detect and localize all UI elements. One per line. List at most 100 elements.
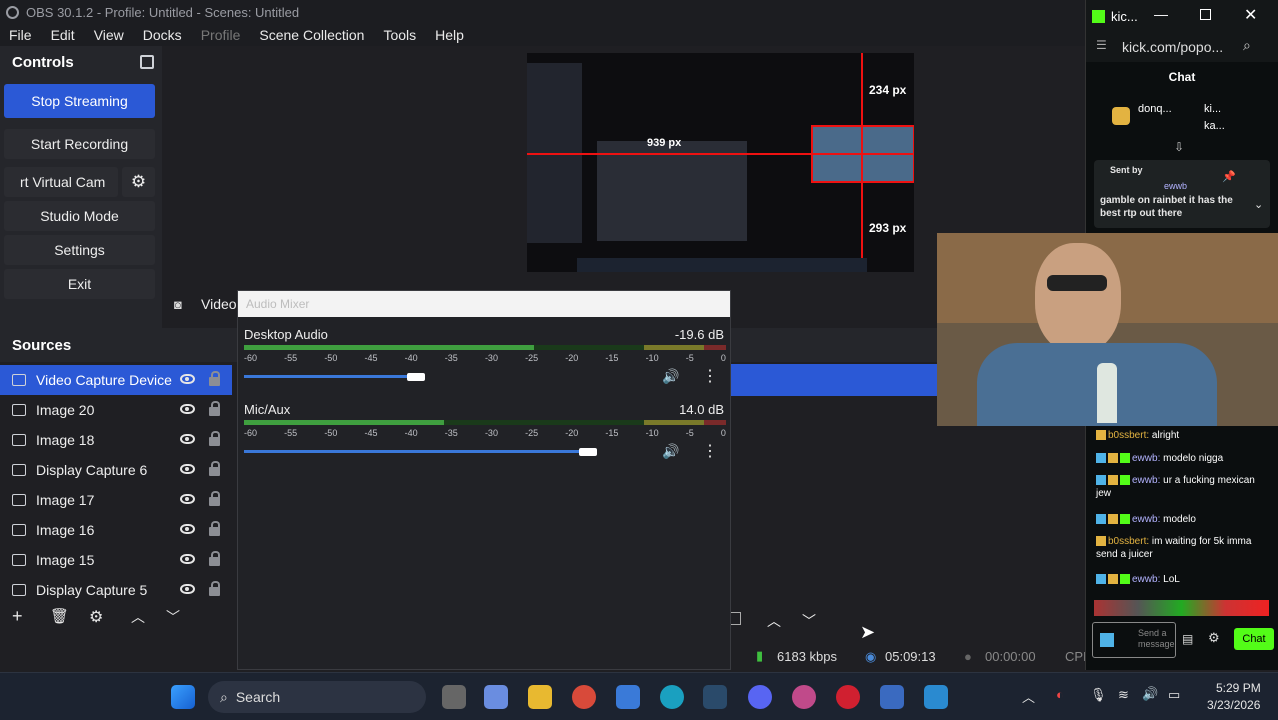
virtual-cam-button[interactable]: rt Virtual Cam (4, 167, 118, 197)
pinned-message[interactable]: Sent by ewwb gamble on rainbet it has th… (1094, 160, 1270, 228)
desktop-audio-slider-handle[interactable] (407, 373, 426, 381)
source-item[interactable]: Image 18 (0, 425, 232, 455)
menu-profile[interactable]: Profile (201, 27, 241, 43)
opera-icon[interactable] (836, 685, 860, 709)
lock-icon[interactable] (209, 491, 220, 506)
eye-icon[interactable] (180, 404, 195, 414)
webcam-person-head (1035, 243, 1121, 353)
chat-url[interactable]: kick.com/popo... (1122, 39, 1223, 55)
filter-icon[interactable] (730, 612, 741, 625)
clock-date[interactable]: 3/23/2026 (1207, 698, 1260, 712)
add-source-icon[interactable]: + (12, 606, 23, 627)
store-icon[interactable] (616, 685, 640, 709)
scene-down-icon[interactable]: ﹀ (802, 611, 816, 631)
windows-start-icon[interactable] (171, 685, 195, 709)
menu-docks[interactable]: Docks (143, 27, 182, 43)
kick-taskbar-icon[interactable] (924, 685, 948, 709)
mic-aux-slider-handle[interactable] (579, 448, 598, 456)
maximize-icon[interactable] (1200, 9, 1211, 20)
lock-icon[interactable] (209, 401, 220, 416)
scene-up-icon[interactable]: ︿ (767, 611, 781, 631)
stop-streaming-button[interactable]: Stop Streaming (4, 84, 155, 118)
wifi-icon[interactable]: ≋ (1118, 687, 1129, 703)
chat-message: ewwb: modelo (1096, 513, 1271, 526)
eye-icon[interactable] (180, 524, 195, 534)
close-icon[interactable]: ✕ (1244, 5, 1257, 25)
tray-app-icon[interactable]: ◐ (1056, 687, 1064, 702)
chat-settings-icon[interactable]: ⚙ (1208, 630, 1220, 646)
eye-icon[interactable] (180, 374, 195, 384)
speaker-icon[interactable]: 🔊 (662, 368, 679, 385)
eye-icon[interactable] (180, 494, 195, 504)
start-recording-button[interactable]: Start Recording (4, 129, 155, 159)
volume-icon[interactable]: 🔊 (1142, 686, 1158, 702)
lock-icon[interactable] (209, 461, 220, 476)
discord-icon[interactable] (748, 685, 772, 709)
minimize-icon[interactable]: — (1154, 6, 1168, 22)
source-item[interactable]: Video Capture Device (0, 365, 232, 395)
battery-icon[interactable]: ▭ (1168, 687, 1180, 703)
menu-scene-collection[interactable]: Scene Collection (259, 27, 364, 43)
expand-icon[interactable]: ⇩ (1174, 140, 1184, 154)
move-down-icon[interactable]: ﹀ (166, 607, 180, 627)
app-icon[interactable] (880, 685, 904, 709)
clock-time[interactable]: 5:29 PM (1216, 681, 1261, 695)
search-icon[interactable]: ⌕ (1243, 37, 1251, 54)
undock-icon[interactable] (140, 55, 154, 69)
selected-scene-row[interactable] (731, 364, 941, 396)
taskbar-search[interactable]: ⌕ Search (208, 681, 426, 713)
webcam-overlay (937, 233, 1278, 426)
file-explorer-icon[interactable] (528, 685, 552, 709)
source-item[interactable]: Display Capture 6 (0, 455, 232, 485)
lock-icon[interactable] (209, 521, 220, 536)
lock-icon[interactable] (209, 581, 220, 596)
chat-send-button[interactable]: Chat (1234, 628, 1274, 650)
lock-icon[interactable] (209, 431, 220, 446)
eye-icon[interactable] (180, 464, 195, 474)
source-item[interactable]: Image 20 (0, 395, 232, 425)
tray-chevron-icon[interactable]: ︿ (1022, 687, 1035, 706)
task-view-icon[interactable] (442, 685, 466, 709)
source-item[interactable]: Image 15 (0, 545, 232, 575)
menu-view[interactable]: View (94, 27, 124, 43)
speaker-icon[interactable]: 🔊 (662, 443, 679, 460)
chat-url-bar[interactable]: ☰ kick.com/popo... ⌕ (1086, 32, 1278, 62)
source-item[interactable]: Image 17 (0, 485, 232, 515)
meter-tick-label: -45 (364, 353, 378, 363)
lock-icon[interactable] (209, 551, 220, 566)
more-icon[interactable]: ⋮ (702, 441, 718, 461)
mic-aux-slider[interactable] (244, 450, 589, 453)
emote-picker-icon[interactable]: ▤ (1182, 632, 1193, 646)
more-icon[interactable]: ⋮ (702, 366, 718, 386)
eye-icon[interactable] (180, 554, 195, 564)
preview-canvas[interactable]: 939 px 234 px 293 px (527, 53, 914, 272)
pin-icon[interactable]: 📌 (1222, 170, 1236, 183)
menu-tools[interactable]: Tools (383, 27, 416, 43)
menu-file[interactable]: File (9, 27, 32, 43)
virtual-cam-gear-icon[interactable]: ⚙ (122, 167, 155, 197)
site-settings-icon[interactable]: ☰ (1096, 38, 1107, 52)
studio-mode-button[interactable]: Studio Mode (4, 201, 155, 231)
chevron-down-icon[interactable]: ⌄ (1254, 198, 1263, 211)
exit-button[interactable]: Exit (4, 269, 155, 299)
menu-help[interactable]: Help (435, 27, 464, 43)
source-item[interactable]: Display Capture 5 (0, 575, 232, 605)
gear-icon[interactable]: ⚙ (89, 607, 103, 627)
eye-icon[interactable] (180, 584, 195, 594)
desktop-audio-slider[interactable] (244, 375, 417, 378)
mic-icon[interactable]: 🎙 (1090, 687, 1107, 703)
edge-icon[interactable] (660, 685, 684, 709)
chrome-icon[interactable] (572, 685, 596, 709)
meter-tick-label: -55 (284, 353, 298, 363)
lock-icon[interactable] (209, 371, 220, 386)
source-item[interactable]: Image 16 (0, 515, 232, 545)
chat-input[interactable]: Send a message (1092, 622, 1176, 658)
move-up-icon[interactable]: ︿ (131, 607, 145, 627)
trash-icon[interactable]: 🗑 (50, 607, 69, 625)
copilot-icon[interactable] (484, 685, 508, 709)
steam-icon[interactable] (703, 685, 727, 709)
menu-edit[interactable]: Edit (51, 27, 75, 43)
chrome-profile-icon[interactable] (792, 685, 816, 709)
settings-button[interactable]: Settings (4, 235, 155, 265)
eye-icon[interactable] (180, 434, 195, 444)
